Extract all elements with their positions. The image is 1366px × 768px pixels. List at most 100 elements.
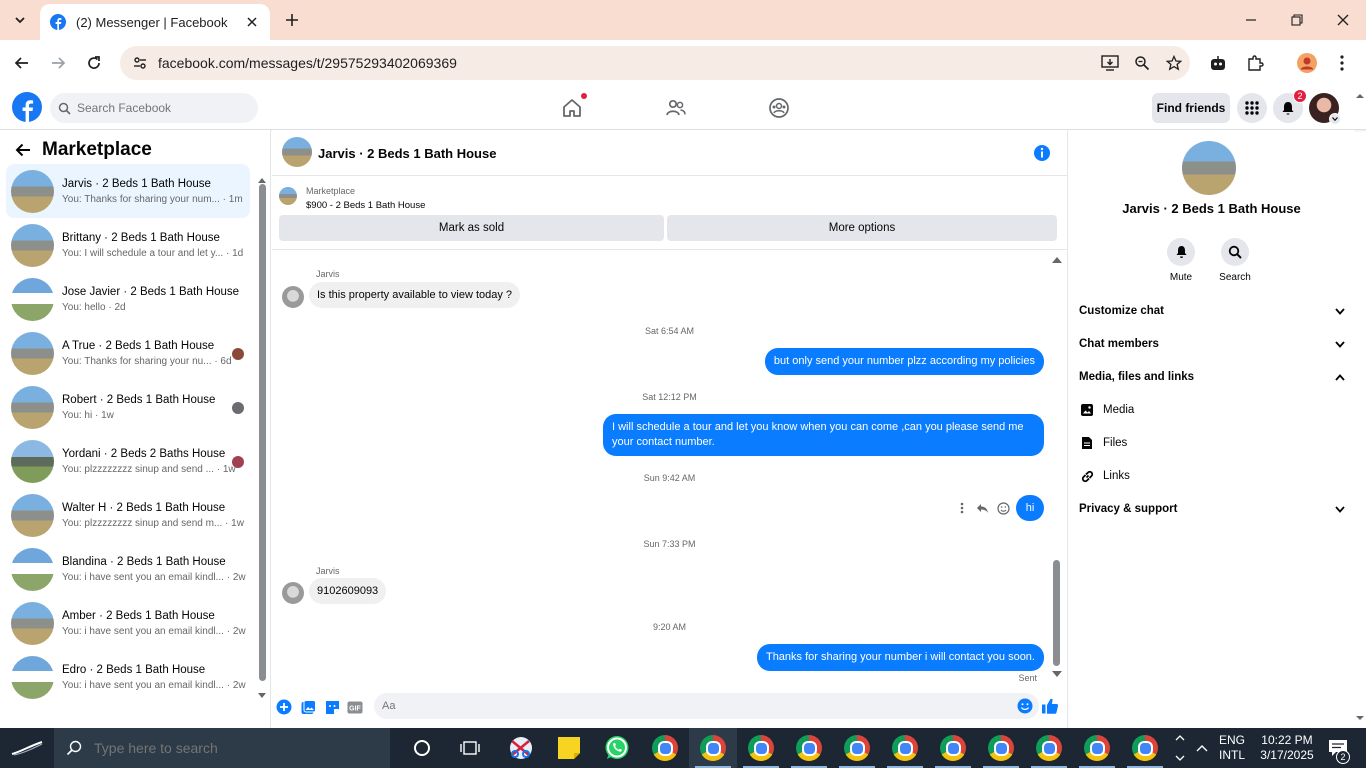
account-caret-icon[interactable] [1329,113,1341,125]
chrome-app-active[interactable] [689,728,737,768]
chrome-app[interactable] [641,728,689,768]
sticker-icon[interactable] [323,698,341,716]
chrome-menu-button[interactable] [1330,51,1354,75]
back-arrow-icon[interactable] [12,139,34,161]
add-attachment-icon[interactable] [275,698,293,716]
conversation-item[interactable]: Yordani · 2 Beds 2 Baths House You: plzzz… [6,434,250,488]
sticky-notes-app[interactable] [545,728,593,768]
action-center-button[interactable]: 2 [1322,728,1354,768]
more-options-button[interactable]: More options [667,215,1057,241]
search-action[interactable]: Search [1209,238,1261,283]
chrome-app[interactable] [881,728,929,768]
incoming-message[interactable]: 9102609093 [309,578,387,604]
photo-icon[interactable] [299,698,317,716]
restore-button[interactable] [1274,0,1320,40]
chat-title[interactable]: Jarvis · 2 Beds 1 Bath House [318,146,496,161]
conversation-item[interactable]: Blandina · 2 Beds 1 Bath House You: i hav… [6,542,250,596]
cortana-button[interactable] [398,728,446,768]
friends-nav[interactable] [664,96,688,120]
conversation-item[interactable]: Edro · 2 Beds 1 Bath House You: i have se… [6,650,250,704]
outgoing-message[interactable]: Thanks for sharing your number i will co… [756,644,1044,671]
emoji-icon[interactable] [1017,698,1033,714]
taskbar-search-input[interactable] [94,740,374,756]
reply-icon[interactable] [974,500,990,516]
sender-avatar[interactable] [282,286,304,308]
page-scrollbar[interactable] [1354,88,1366,728]
outgoing-message[interactable]: hi [1016,495,1044,521]
chat-members-section[interactable]: Chat members [1079,330,1345,358]
customize-chat-section[interactable]: Customize chat [1079,297,1345,325]
home-nav[interactable] [560,93,587,120]
chrome-labs-button[interactable] [1206,51,1230,75]
media-files-links-section[interactable]: Media, files and links [1079,363,1345,391]
reload-button[interactable] [82,51,106,75]
thumbs-up-icon[interactable] [1040,696,1060,716]
conversation-item[interactable]: Jarvis · 2 Beds 1 Bath House You: Thanks … [6,164,250,218]
mark-as-sold-button[interactable]: Mark as sold [279,215,664,241]
chrome-app[interactable] [1073,728,1121,768]
conversation-item[interactable]: Amber · 2 Beds 1 Bath House You: i have s… [6,596,250,650]
sender-avatar[interactable] [282,582,304,604]
back-button[interactable] [10,51,34,75]
minimize-button[interactable] [1228,0,1274,40]
forward-button[interactable] [46,51,70,75]
links-item[interactable]: Links [1079,462,1345,490]
snipping-tool-app[interactable] [497,728,545,768]
conversation-item[interactable]: Brittany · 2 Beds 1 Bath House You: I wil… [6,218,250,272]
menu-button[interactable] [1237,93,1267,123]
facebook-search-box[interactable] [50,93,258,123]
groups-nav[interactable] [767,96,791,120]
incoming-message[interactable]: Is this property available to view today… [309,282,521,308]
bookmark-star-icon[interactable] [1158,46,1190,80]
privacy-support-section[interactable]: Privacy & support [1079,495,1345,523]
install-app-icon[interactable] [1094,46,1126,80]
clock[interactable]: 10:22 PM 3/17/2025 [1252,728,1322,768]
profile-button[interactable] [1295,51,1319,75]
listing-price[interactable]: $900 - 2 Beds 1 Bath House [306,200,425,211]
start-button[interactable] [0,728,54,768]
chrome-app[interactable] [737,728,785,768]
media-item[interactable]: Media [1079,396,1345,424]
chrome-app[interactable] [1121,728,1169,768]
close-window-button[interactable] [1320,0,1366,40]
notifications-button[interactable]: 2 [1273,89,1307,123]
scroll-up-icon[interactable] [258,176,266,184]
browser-tab[interactable]: (2) Messenger | Facebook [40,4,270,40]
chrome-app[interactable] [833,728,881,768]
facebook-search-input[interactable] [77,101,247,115]
chat-scrollbar[interactable] [1053,560,1060,666]
find-friends-button[interactable]: Find friends [1152,93,1230,123]
conversation-item[interactable]: Walter H · 2 Beds 1 Bath House You: plzzz… [6,488,250,542]
message-input-box[interactable] [374,693,1039,719]
facebook-logo-icon[interactable] [12,92,42,122]
new-tab-button[interactable] [282,10,302,30]
gif-icon[interactable]: GIF [346,698,364,716]
chrome-app[interactable] [785,728,833,768]
info-icon[interactable] [1033,144,1051,162]
react-emoji-icon[interactable] [995,500,1011,516]
more-vertical-icon[interactable] [954,500,970,516]
message-input[interactable] [382,700,1002,712]
chat-avatar[interactable] [282,137,312,167]
task-view-button[interactable] [446,728,494,768]
scroll-up-icon[interactable] [1052,256,1062,264]
zoom-icon[interactable] [1126,46,1158,80]
conversation-item[interactable]: Robert · 2 Beds 1 Bath House You: hi · 1w [6,380,250,434]
outgoing-message[interactable]: but only send your number plzz according… [764,348,1044,375]
files-item[interactable]: Files [1079,429,1345,457]
conversation-item[interactable]: A True · 2 Beds 1 Bath House You: Thanks … [6,326,250,380]
sidebar-scrollbar[interactable] [259,184,266,681]
mute-action[interactable]: Mute [1155,238,1207,283]
scroll-down-icon[interactable] [1052,670,1062,678]
chrome-app[interactable] [929,728,977,768]
whatsapp-app[interactable] [593,728,641,768]
chrome-app[interactable] [977,728,1025,768]
scroll-down-icon[interactable] [258,692,266,700]
tray-scroll-arrows[interactable] [1172,728,1188,768]
language-indicator[interactable]: ENG INTL [1214,728,1250,768]
chrome-app[interactable] [1025,728,1073,768]
conversation-item[interactable]: Jose Javier · 2 Beds 1 Bath House You: he… [6,272,250,326]
site-settings-icon[interactable] [130,53,150,73]
address-bar[interactable]: facebook.com/messages/t/2957529340206936… [120,46,1190,80]
show-hidden-icons[interactable] [1190,728,1214,768]
